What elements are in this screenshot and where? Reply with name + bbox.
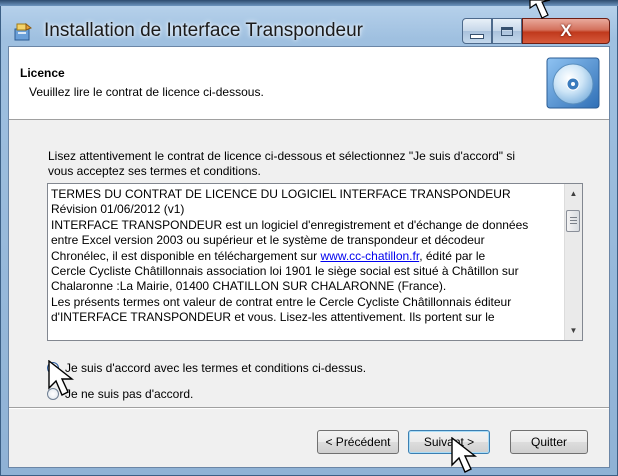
page-title: Licence: [20, 66, 65, 80]
license-line: TERMES DU CONTRAT DE LICENCE DU LOGICIEL…: [51, 187, 511, 201]
minimize-button[interactable]: [462, 18, 492, 44]
license-line: INTERFACE TRANSPONDEUR est un logiciel d…: [51, 217, 529, 232]
decline-label: Je ne suis pas d'accord.: [65, 387, 194, 401]
license-line: Les présents termes ont valeur de contra…: [51, 294, 512, 309]
license-text-fragment: Chronélec, il est disponible en téléchar…: [51, 248, 321, 263]
scrollbar-thumb[interactable]: [566, 210, 580, 232]
grip-line: [570, 217, 577, 218]
decline-option[interactable]: Je ne suis pas d'accord.: [47, 385, 193, 403]
accept-radio[interactable]: [47, 362, 59, 374]
license-line: entre Excel version 2003 ou supérieur et…: [51, 233, 485, 248]
title-bar[interactable]: Installation de Interface Transpondeur X: [0, 6, 618, 46]
wizard-client-area: Licence Veuillez lire le contrat de lice…: [8, 46, 610, 468]
license-line: d'INTERFACE TRANSPONDEUR et vous. Lisez-…: [51, 310, 495, 325]
scroll-down-arrow-icon[interactable]: ▼: [565, 322, 582, 339]
instruction-line: vous acceptez ses termes et conditions.: [48, 164, 261, 178]
accept-label: Je suis d'accord avec les termes et cond…: [65, 361, 367, 375]
grip-line: [570, 223, 577, 224]
grip-line: [570, 220, 577, 221]
footer-separator: [9, 407, 609, 408]
maximize-button[interactable]: [492, 18, 522, 44]
license-text: TERMES DU CONTRAT DE LICENCE DU LOGICIEL…: [51, 187, 557, 326]
page-subtitle: Veuillez lire le contrat de licence ci-d…: [29, 85, 264, 99]
scroll-up-arrow-icon[interactable]: ▲: [565, 185, 582, 202]
website-link[interactable]: www.cc-chatillon.fr: [320, 249, 419, 263]
maximize-icon: [501, 26, 513, 36]
instruction-line: Lisez attentivement le contrat de licenc…: [48, 149, 516, 163]
license-line: Révision 01/06/2012 (v1): [51, 202, 185, 217]
accept-option[interactable]: Je suis d'accord avec les termes et cond…: [47, 359, 366, 377]
quit-button[interactable]: Quitter: [510, 430, 588, 454]
license-text-fragment: , édité par le: [419, 248, 486, 263]
next-button[interactable]: Suivant >: [408, 430, 490, 454]
license-textbox[interactable]: TERMES DU CONTRAT DE LICENCE DU LOGICIEL…: [47, 183, 583, 341]
license-scrollbar[interactable]: ▲ ▼: [564, 184, 582, 340]
license-instructions: Lisez attentivement le contrat de licenc…: [48, 149, 588, 179]
minimize-icon: [470, 33, 484, 39]
close-icon: X: [560, 21, 572, 40]
installer-app-icon: [14, 22, 32, 41]
radio-selected-dot: [50, 365, 56, 371]
license-line: Chalaronne :La Mairie, 01400 CHATILLON S…: [51, 279, 447, 294]
license-line: Cercle Cycliste Châtillonnais associatio…: [51, 264, 519, 279]
license-line-with-link: Chronélec, il est disponible en téléchar…: [51, 249, 557, 264]
decline-radio[interactable]: [47, 388, 59, 400]
previous-button[interactable]: < Précédent: [317, 430, 399, 454]
wizard-header: Licence Veuillez lire le contrat de lice…: [9, 47, 609, 120]
close-button[interactable]: X: [522, 18, 610, 44]
cd-disc-icon: [546, 57, 600, 109]
window-title: Installation de Interface Transpondeur: [44, 20, 363, 41]
